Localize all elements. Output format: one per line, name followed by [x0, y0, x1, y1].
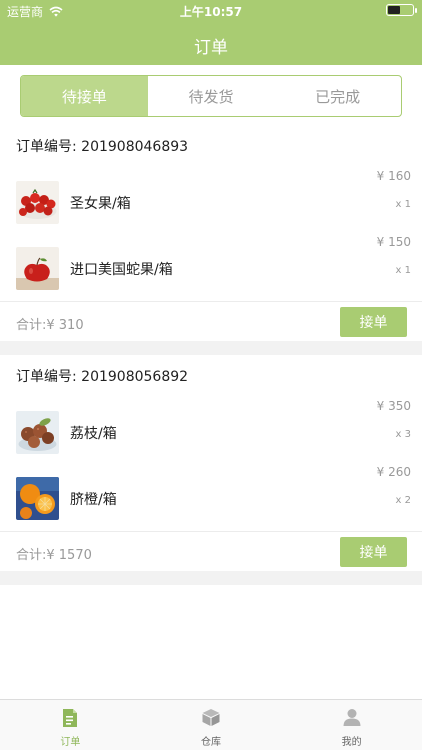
bottom-tab-bar: 订单 仓库 我的 [0, 699, 422, 750]
order-number: 订单编号: 201908046893 [16, 139, 189, 155]
item-name: 荔枝/箱 [70, 426, 117, 442]
tab-pending-ship[interactable]: 待发货 [148, 76, 275, 116]
tabbar-item-orders[interactable]: 订单 [0, 700, 141, 750]
order-icon [63, 709, 78, 727]
order-card: 订单编号: 201908046893 圣女果/箱 ¥ 160 x 1 进口美国蛇… [0, 125, 422, 341]
accept-order-button[interactable]: 接单 [340, 537, 407, 567]
item-quantity: x 1 [395, 199, 411, 210]
item-quantity: x 1 [395, 265, 411, 276]
order-footer: 合计:¥ 310 接单 [0, 301, 422, 341]
profile-icon [343, 709, 361, 726]
tabbar-item-profile[interactable]: 我的 [281, 700, 422, 750]
section-divider [0, 571, 422, 585]
page-title: 订单 [194, 38, 228, 58]
battery-icon [386, 4, 417, 16]
tab-completed[interactable]: 已完成 [274, 76, 401, 116]
order-status-tabs: 待接单 待发货 已完成 [20, 75, 402, 117]
order-item[interactable]: 脐橙/箱 ¥ 260 x 2 [0, 465, 422, 531]
status-bar: 运营商 上午10:57 [0, 0, 422, 22]
navel-orange-thumbnail [16, 477, 59, 520]
item-price: ¥ 260 [376, 465, 411, 479]
item-quantity: x 3 [395, 429, 411, 440]
order-footer: 合计:¥ 1570 接单 [0, 531, 422, 571]
section-divider [0, 341, 422, 355]
red-apple-thumbnail [16, 247, 59, 290]
order-number: 订单编号: 201908056892 [16, 369, 189, 385]
accept-order-button[interactable]: 接单 [340, 307, 407, 337]
order-card: 订单编号: 201908056892 荔枝/箱 ¥ 350 x 3 脐橙/箱 ¥… [0, 355, 422, 571]
tabbar-item-warehouse[interactable]: 仓库 [141, 700, 282, 750]
top-bar: 运营商 上午10:57 订单 [0, 0, 422, 65]
order-item[interactable]: 圣女果/箱 ¥ 160 x 1 [0, 169, 422, 235]
item-price: ¥ 350 [376, 399, 411, 413]
cherry-tomatoes-thumbnail [16, 181, 59, 224]
tabbar-label: 仓库 [201, 737, 221, 748]
tab-pending-accept[interactable]: 待接单 [21, 76, 148, 116]
order-total: 合计:¥ 1570 [16, 548, 92, 563]
order-item[interactable]: 进口美国蛇果/箱 ¥ 150 x 1 [0, 235, 422, 301]
warehouse-icon [202, 709, 220, 726]
order-total: 合计:¥ 310 [16, 318, 84, 333]
item-quantity: x 2 [395, 495, 411, 506]
status-time: 上午10:57 [179, 5, 243, 19]
item-name: 进口美国蛇果/箱 [70, 262, 173, 278]
order-item[interactable]: 荔枝/箱 ¥ 350 x 3 [0, 399, 422, 465]
tabbar-label: 订单 [60, 737, 81, 748]
item-price: ¥ 160 [376, 169, 411, 183]
item-name: 圣女果/箱 [70, 196, 131, 212]
tabbar-label: 我的 [341, 737, 362, 748]
item-price: ¥ 150 [376, 235, 411, 249]
lychee-thumbnail [16, 411, 59, 454]
item-name: 脐橙/箱 [70, 492, 117, 508]
